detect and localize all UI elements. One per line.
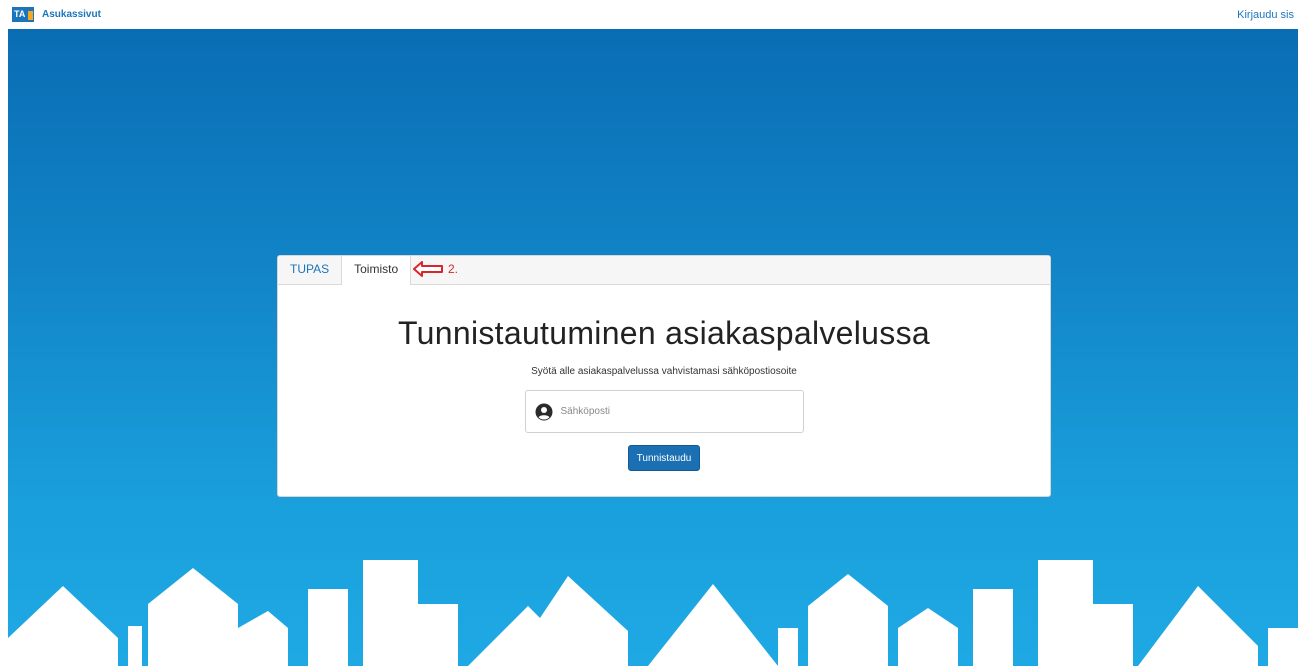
tab-toimisto[interactable]: Toimisto [341, 256, 412, 285]
user-icon [535, 403, 552, 420]
login-method-tabs: TUPAS Toimisto 2. [278, 256, 1050, 285]
tab-tupas[interactable]: TUPAS [278, 256, 341, 284]
email-input[interactable] [560, 406, 791, 417]
annotation-number: 2. [448, 262, 459, 276]
house-skyline-illustration [8, 560, 1298, 666]
instructions-text: Syötä alle asiakaspalvelussa vahvistamas… [531, 366, 797, 377]
page-title: Tunnistautuminen asiakaspalvelussa [398, 315, 930, 351]
authenticate-button[interactable]: Tunnistaudu [627, 445, 701, 471]
top-navbar: TA Asukassivut Kirjaudu sis [0, 0, 1298, 29]
login-card: TUPAS Toimisto 2. Tunnistautuminen asiak… [277, 255, 1051, 497]
signin-link[interactable]: Kirjaudu sis [1237, 9, 1294, 21]
brand-link[interactable]: TA Asukassivut [12, 7, 101, 22]
card-body: Tunnistautuminen asiakaspalvelussa Syötä… [278, 285, 1050, 471]
annotation-marker: 2. [412, 261, 458, 277]
tah-logo: TA [12, 7, 34, 22]
arrow-left-icon [413, 261, 443, 277]
email-field-wrapper [524, 390, 804, 433]
brand-name: Asukassivut [42, 9, 101, 20]
